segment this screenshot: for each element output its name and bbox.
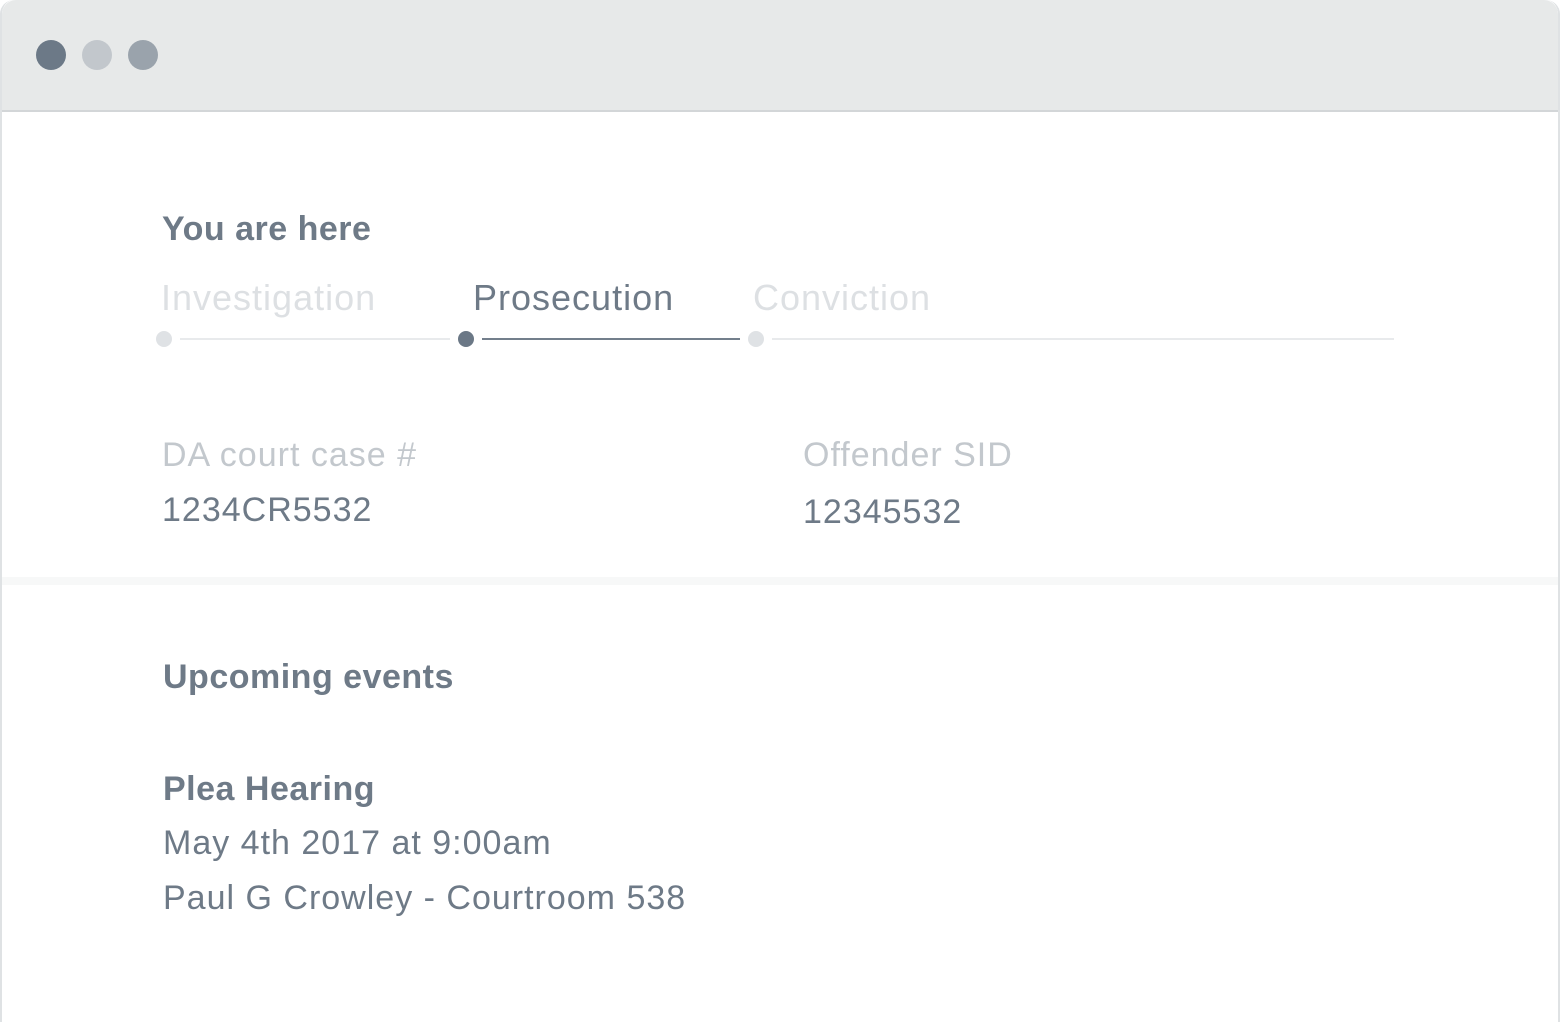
browser-window: You are here Investigation Prosecution C…	[0, 0, 1560, 1022]
da-court-case-value: 1234CR5532	[162, 491, 373, 529]
case-progress-stepper: Investigation Prosecution Conviction	[152, 277, 1402, 357]
step-investigation-dot	[156, 331, 172, 347]
event-datetime: May 4th 2017 at 9:00am	[163, 824, 552, 862]
window-titlebar	[2, 0, 1558, 112]
event-location: Paul G Crowley - Courtroom 538	[163, 879, 687, 917]
location-section-title: You are here	[162, 210, 372, 248]
step-conviction-line	[772, 338, 1394, 340]
close-window-button[interactable]	[36, 40, 66, 70]
step-conviction-dot	[748, 331, 764, 347]
step-conviction-label: Conviction	[753, 277, 932, 318]
step-investigation-line	[180, 338, 450, 340]
upcoming-events-title: Upcoming events	[163, 658, 454, 696]
offender-sid-label: Offender SID	[803, 436, 1013, 474]
step-investigation-label: Investigation	[161, 277, 377, 318]
case-summary-panel: You are here Investigation Prosecution C…	[2, 112, 1558, 1022]
zoom-window-button[interactable]	[128, 40, 158, 70]
step-prosecution-label: Prosecution	[473, 277, 675, 318]
offender-sid-value: 12345532	[803, 493, 963, 531]
section-divider	[2, 577, 1558, 585]
step-prosecution-dot	[458, 331, 474, 347]
step-prosecution-line	[482, 338, 740, 340]
event-title: Plea Hearing	[163, 770, 375, 808]
minimize-window-button[interactable]	[82, 40, 112, 70]
da-court-case-label: DA court case #	[162, 436, 418, 474]
